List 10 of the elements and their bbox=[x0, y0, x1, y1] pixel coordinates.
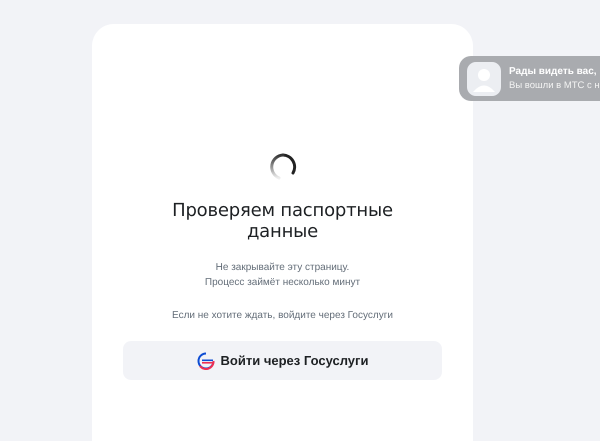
toast-message: Вы вошли в МТС с н bbox=[509, 78, 600, 92]
gosuslugi-logo-icon bbox=[196, 352, 215, 370]
gosuslugi-login-button[interactable]: Войти через Госуслуги bbox=[123, 341, 442, 380]
notice-text: Не закрывайте эту страницу. bbox=[216, 261, 350, 275]
avatar-icon bbox=[467, 62, 501, 96]
loading-spinner-icon bbox=[268, 153, 296, 181]
notice-text: Процесс займёт несколько минут bbox=[204, 276, 360, 290]
page-title: Проверяем паспортные данные bbox=[171, 200, 394, 242]
toast-title: Рады видеть вас, bbox=[509, 64, 598, 78]
hint-text: Если не хотите ждать, войдите через Госуслуги bbox=[172, 309, 393, 323]
